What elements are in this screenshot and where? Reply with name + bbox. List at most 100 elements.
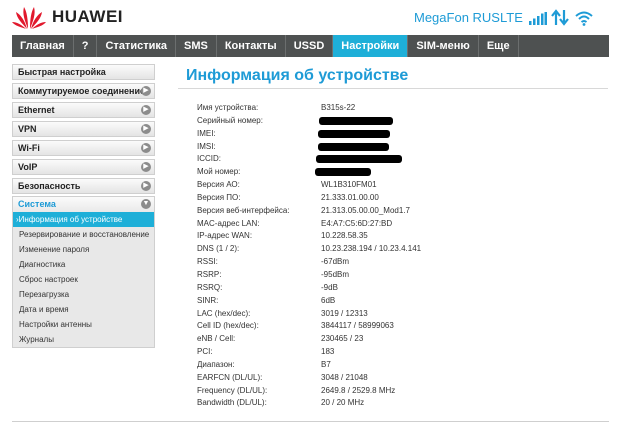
info-row-sinr: SINR: 6dB (197, 295, 597, 308)
info-row-pci: PCI: 183 (197, 346, 597, 359)
sidebar-subitem-reboot[interactable]: Перезагрузка (13, 287, 154, 302)
nav-home[interactable]: Главная (12, 35, 74, 57)
network-type: LTE (500, 10, 523, 25)
sidebar-subitem-diagnostics[interactable]: Диагностика (13, 257, 154, 272)
redaction-bar (318, 129, 390, 138)
info-value: B7 (321, 359, 331, 369)
info-label: Версия веб-интерфейса: (197, 205, 290, 215)
sidebar-item-label: VPN (18, 124, 37, 134)
nav-contacts[interactable]: Контакты (217, 35, 286, 57)
sidebar-item-dialup[interactable]: Коммутируемое соединение ▶ (12, 83, 155, 99)
info-label: Cell ID (hex/dec): (197, 321, 259, 331)
nav-help[interactable]: ? (74, 35, 98, 57)
info-value: -9dB (321, 282, 338, 292)
info-row-dns: DNS (1 / 2): 10.23.238.194 / 10.23.4.141 (197, 243, 597, 256)
nav-ussd[interactable]: USSD (286, 35, 334, 57)
sidebar-subitem-device-info[interactable]: ›Информация об устройстве (13, 212, 154, 227)
sidebar-item-system[interactable]: Система ▼ (13, 197, 154, 212)
sidebar-item-label: Wi-Fi (18, 143, 40, 153)
info-label: IMEI: (197, 128, 216, 138)
sidebar-item-label: Безопасность (18, 181, 81, 191)
sidebar-item-vpn[interactable]: VPN ▶ (12, 121, 155, 137)
info-label: Версия АО: (197, 180, 240, 190)
info-value: 20 / 20 MHz (321, 398, 365, 408)
sidebar-subitem-factory-reset[interactable]: Сброс настроек (13, 272, 154, 287)
info-value: WL1B310FM01 (321, 180, 377, 190)
sidebar: Быстрая настройка Коммутируемое соединен… (12, 64, 155, 348)
info-value: 21.313.05.00.00_Mod1.7 (321, 205, 410, 215)
sidebar-group-system: Система ▼ ›Информация об устройстве Резер… (12, 196, 155, 348)
info-label: RSSI: (197, 257, 218, 267)
info-label: eNB / Cell: (197, 334, 236, 344)
sidebar-item-voip[interactable]: VoIP ▶ (12, 159, 155, 175)
info-label: LAC (hex/dec): (197, 308, 251, 318)
info-row-frequency: Frequency (DL/UL): 2649.8 / 2529.8 MHz (197, 385, 597, 398)
redaction-bar (318, 142, 389, 151)
info-value: 10.23.238.194 / 10.23.4.141 (321, 244, 422, 254)
sidebar-item-label: VoIP (18, 162, 38, 172)
sidebar-item-label: Коммутируемое соединение (18, 86, 145, 96)
redaction-bar (319, 116, 393, 125)
wifi-icon[interactable] (575, 10, 593, 26)
sidebar-subitem-antenna-settings[interactable]: Настройки антенны (13, 317, 154, 332)
footer-divider (12, 421, 609, 422)
info-label: IMSI: (197, 141, 216, 151)
info-label: Bandwidth (DL/UL): (197, 398, 267, 408)
info-value: 21.333.01.00.00 (321, 192, 379, 202)
sidebar-item-label: Быстрая настройка (18, 67, 106, 77)
nav-settings[interactable]: Настройки (333, 35, 409, 57)
info-row-wan-ip: IP-адрес WAN: 10.228.58.35 (197, 230, 597, 243)
info-label: DNS (1 / 2): (197, 244, 240, 254)
info-row-cell-id: Cell ID (hex/dec): 3844117 / 58999063 (197, 320, 597, 333)
info-label: RSRQ: (197, 282, 223, 292)
sidebar-subitem-logs[interactable]: Журналы (13, 332, 154, 347)
info-row-enb-cell: eNB / Cell: 230465 / 23 (197, 333, 597, 346)
chevron-right-icon: ▶ (141, 143, 151, 153)
nav-more[interactable]: Еще (479, 35, 519, 57)
info-row-earfcn: EARFCN (DL/UL): 3048 / 21048 (197, 372, 597, 385)
info-value: 6dB (321, 295, 336, 305)
info-value: -95dBm (321, 269, 350, 279)
info-label: Версия ПО: (197, 192, 241, 202)
sidebar-subitem-date-time[interactable]: Дата и время (13, 302, 154, 317)
info-row-rsrp: RSRP: -95dBm (197, 269, 597, 282)
nav-sms[interactable]: SMS (176, 35, 217, 57)
info-value: 10.228.58.35 (321, 231, 368, 241)
info-label: MAC-адрес LAN: (197, 218, 260, 228)
info-row-band: Диапазон: B7 (197, 359, 597, 372)
sidebar-item-wifi[interactable]: Wi-Fi ▶ (12, 140, 155, 156)
info-label: SINR: (197, 295, 219, 305)
huawei-logo-icon (12, 7, 46, 29)
info-row-rsrq: RSRQ: -9dB (197, 282, 597, 295)
info-label: ICCID: (197, 154, 221, 164)
info-label: PCI: (197, 347, 213, 357)
sidebar-subitem-backup-restore[interactable]: Резервирование и восстановление (13, 227, 154, 242)
info-row-device-name: Имя устройства: B315s-22 (197, 102, 597, 115)
info-row-hw-version: Версия АО: WL1B310FM01 (197, 179, 597, 192)
sidebar-group-label: Система (18, 199, 56, 209)
nav-statistics[interactable]: Статистика (97, 35, 176, 57)
info-row-imei: IMEI: (197, 128, 597, 141)
info-row-bandwidth: Bandwidth (DL/UL): 20 / 20 MHz (197, 397, 597, 410)
info-row-lac: LAC (hex/dec): 3019 / 12313 (197, 308, 597, 321)
info-label: IP-адрес WAN: (197, 231, 253, 241)
sidebar-subitem-change-password[interactable]: Изменение пароля (13, 242, 154, 257)
sidebar-item-ethernet[interactable]: Ethernet ▶ (12, 102, 155, 118)
chevron-right-icon: ▶ (141, 86, 151, 96)
info-label: Диапазон: (197, 359, 235, 369)
info-value: 3019 / 12313 (321, 308, 368, 318)
info-label: Имя устройства: (197, 103, 259, 112)
sidebar-item-label: Ethernet (18, 105, 55, 115)
chevron-right-icon: ▶ (141, 124, 151, 134)
info-row-lan-mac: MAC-адрес LAN: E4:A7:C5:6D:27:BD (197, 218, 597, 231)
sidebar-item-security[interactable]: Безопасность ▶ (12, 178, 155, 194)
sidebar-item-quick-setup[interactable]: Быстрая настройка (12, 64, 155, 80)
title-divider (178, 88, 608, 89)
info-value: 2649.8 / 2529.8 MHz (321, 385, 396, 395)
info-label: RSRP: (197, 269, 222, 279)
redaction-bar (316, 155, 402, 164)
operator-name: MegaFon RUS (414, 10, 500, 25)
info-label: Frequency (DL/UL): (197, 385, 268, 395)
page-title: Информация об устройстве (186, 67, 409, 84)
nav-sim-menu[interactable]: SIM-меню (408, 35, 479, 57)
